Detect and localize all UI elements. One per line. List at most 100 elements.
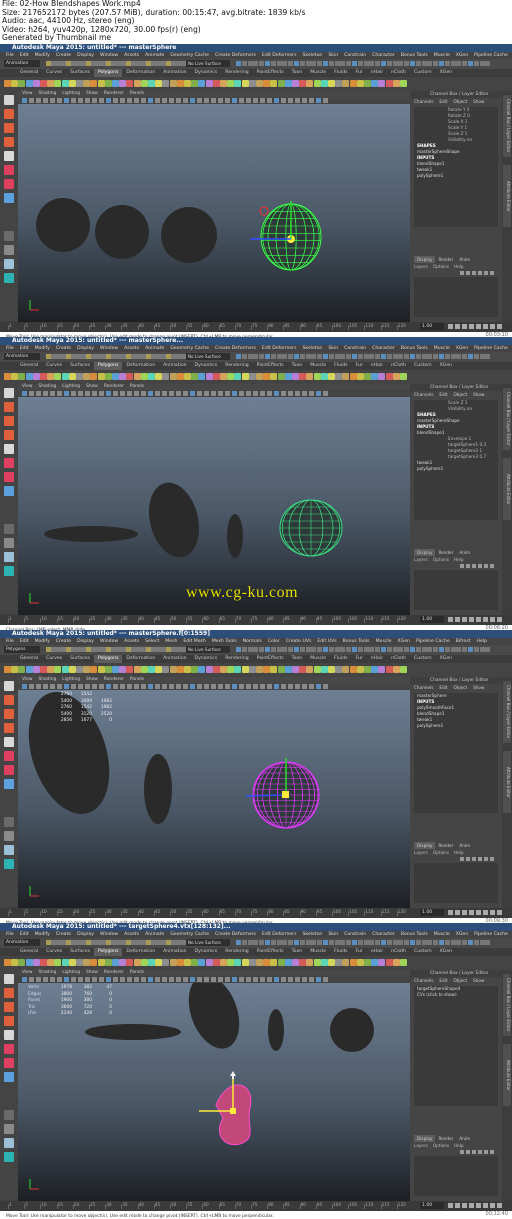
shelf-tool-icon[interactable] — [162, 959, 170, 966]
viewport-menu-item[interactable]: Show — [86, 91, 98, 96]
viewport-tool-icon[interactable] — [288, 977, 293, 982]
viewport-menu-item[interactable]: Shading — [38, 677, 56, 682]
viewport-tool-icon[interactable] — [302, 391, 307, 396]
render-tool-icon[interactable] — [479, 647, 485, 652]
shelf-tool-icon[interactable] — [83, 373, 91, 380]
layer-tool-icon[interactable] — [472, 271, 476, 275]
shelf-tool-icon[interactable] — [256, 959, 263, 966]
viewport-tool-icon[interactable] — [169, 977, 174, 982]
render-tool-icon[interactable] — [462, 61, 468, 66]
playback-control-icon[interactable] — [448, 910, 453, 915]
viewport-tool-icon[interactable] — [134, 391, 139, 396]
shelf-tool-icon[interactable] — [356, 666, 364, 673]
viewport-tool-icon[interactable] — [225, 977, 230, 982]
shelf-tool-icon[interactable] — [140, 666, 148, 673]
last-tool-icon[interactable] — [4, 193, 14, 203]
viewport-menu-item[interactable]: Show — [86, 384, 98, 389]
viewport-tool-icon[interactable] — [309, 684, 314, 689]
viewport-tool-icon[interactable] — [225, 98, 230, 103]
viewport-tool-icon[interactable] — [78, 391, 83, 396]
viewport-tool-icon[interactable] — [127, 684, 132, 689]
viewport-menu-item[interactable]: Panels — [130, 970, 144, 975]
viewport-tool-icon[interactable] — [22, 684, 27, 689]
shelf-tab[interactable]: Fur — [352, 948, 367, 956]
viewport-tool-icon[interactable] — [267, 391, 272, 396]
move-manipulator-z[interactable] — [245, 794, 287, 797]
render-tool-icon[interactable] — [340, 940, 346, 945]
shelf-tool-icon[interactable] — [40, 666, 47, 673]
shelf-tool-icon[interactable] — [112, 373, 119, 380]
shelf-tool-icon[interactable] — [133, 80, 141, 87]
viewport-tool-icon[interactable] — [190, 98, 195, 103]
shelf-tool-icon[interactable] — [248, 666, 256, 673]
render-tool-icon[interactable] — [294, 354, 299, 359]
viewport-tool-icon[interactable] — [246, 977, 251, 982]
render-tool-icon[interactable] — [375, 940, 381, 945]
render-tool-icon[interactable] — [473, 61, 479, 66]
paint-select-icon[interactable] — [4, 1002, 14, 1012]
render-tool-icon[interactable] — [386, 354, 392, 359]
render-tool-icon[interactable] — [404, 61, 410, 66]
shelf-tool-icon[interactable] — [320, 373, 328, 380]
shelf-tool-icon[interactable] — [54, 666, 62, 673]
layer-tool-icon[interactable] — [460, 271, 464, 275]
menu-item[interactable]: Constrain — [344, 53, 366, 58]
viewport-tool-icon[interactable] — [197, 977, 202, 982]
render-tool-icon[interactable] — [311, 61, 317, 66]
channel-menu-item[interactable]: Show — [473, 392, 484, 397]
shelf-tool-icon[interactable] — [11, 373, 19, 380]
render-tool-icon[interactable] — [462, 940, 468, 945]
render-tool-icon[interactable] — [369, 354, 375, 359]
shelf-tool-icon[interactable] — [148, 80, 155, 87]
layout-four-icon[interactable] — [4, 245, 14, 255]
shelf-tool-icon[interactable] — [119, 666, 127, 673]
shelf-tool-icon[interactable] — [263, 959, 271, 966]
render-tool-icon[interactable] — [305, 647, 311, 652]
playback-control-icon[interactable] — [469, 324, 474, 329]
render-tool-icon[interactable] — [299, 940, 305, 945]
last-tool-icon[interactable] — [4, 1072, 14, 1082]
layout-persp-icon[interactable] — [4, 552, 14, 562]
shelf-tool-icon[interactable] — [292, 80, 299, 87]
layout-four-icon[interactable] — [4, 831, 14, 841]
playback-control-icon[interactable] — [476, 324, 481, 329]
render-tool-icon[interactable] — [485, 354, 491, 359]
layer-tab[interactable]: Render — [435, 842, 456, 849]
render-tool-icon[interactable] — [294, 61, 299, 66]
render-tool-icon[interactable] — [352, 61, 357, 66]
shelf-tool-icon[interactable] — [155, 959, 163, 966]
viewport-tool-icon[interactable] — [295, 684, 300, 689]
layer-tool-icon[interactable] — [466, 857, 470, 861]
shelf-tool-icon[interactable] — [306, 80, 314, 87]
shelf-tool-icon[interactable] — [11, 959, 19, 966]
layer-tool-icon[interactable] — [490, 271, 494, 275]
viewport-tool-icon[interactable] — [316, 684, 321, 689]
render-tool-icon[interactable] — [270, 61, 276, 66]
shelf-tool-icon[interactable] — [234, 80, 242, 87]
viewport-tool-icon[interactable] — [127, 977, 132, 982]
render-tool-icon[interactable] — [427, 61, 433, 66]
layer-menu-item[interactable]: Layers — [414, 850, 428, 855]
viewport-tool-icon[interactable] — [176, 977, 181, 982]
viewport-tool-icon[interactable] — [176, 98, 181, 103]
shelf-tool-icon[interactable] — [371, 80, 379, 87]
viewport-tool-icon[interactable] — [50, 684, 55, 689]
shelf-tool-icon[interactable] — [40, 80, 47, 87]
shelf-tool-icon[interactable] — [234, 666, 242, 673]
shelf-tab[interactable]: Curves — [42, 362, 66, 370]
scale-tool-icon[interactable] — [4, 165, 14, 175]
shelf-tab[interactable]: XGen — [436, 655, 456, 663]
shelf-tool-icon[interactable] — [54, 959, 62, 966]
shelf-tool-icon[interactable] — [76, 80, 83, 87]
shelf-tab[interactable]: Curves — [42, 948, 66, 956]
layer-tool-icon[interactable] — [478, 271, 482, 275]
playback-control-icon[interactable] — [469, 617, 474, 622]
shelf-tool-icon[interactable] — [284, 80, 292, 87]
render-tool-icon[interactable] — [421, 647, 427, 652]
viewport-tool-icon[interactable] — [134, 977, 139, 982]
shelf-tab[interactable]: Toon — [288, 69, 307, 77]
render-tool-icon[interactable] — [334, 354, 340, 359]
render-tool-icon[interactable] — [276, 61, 282, 66]
layer-tool-icon[interactable] — [490, 564, 494, 568]
render-tool-icon[interactable] — [299, 354, 305, 359]
